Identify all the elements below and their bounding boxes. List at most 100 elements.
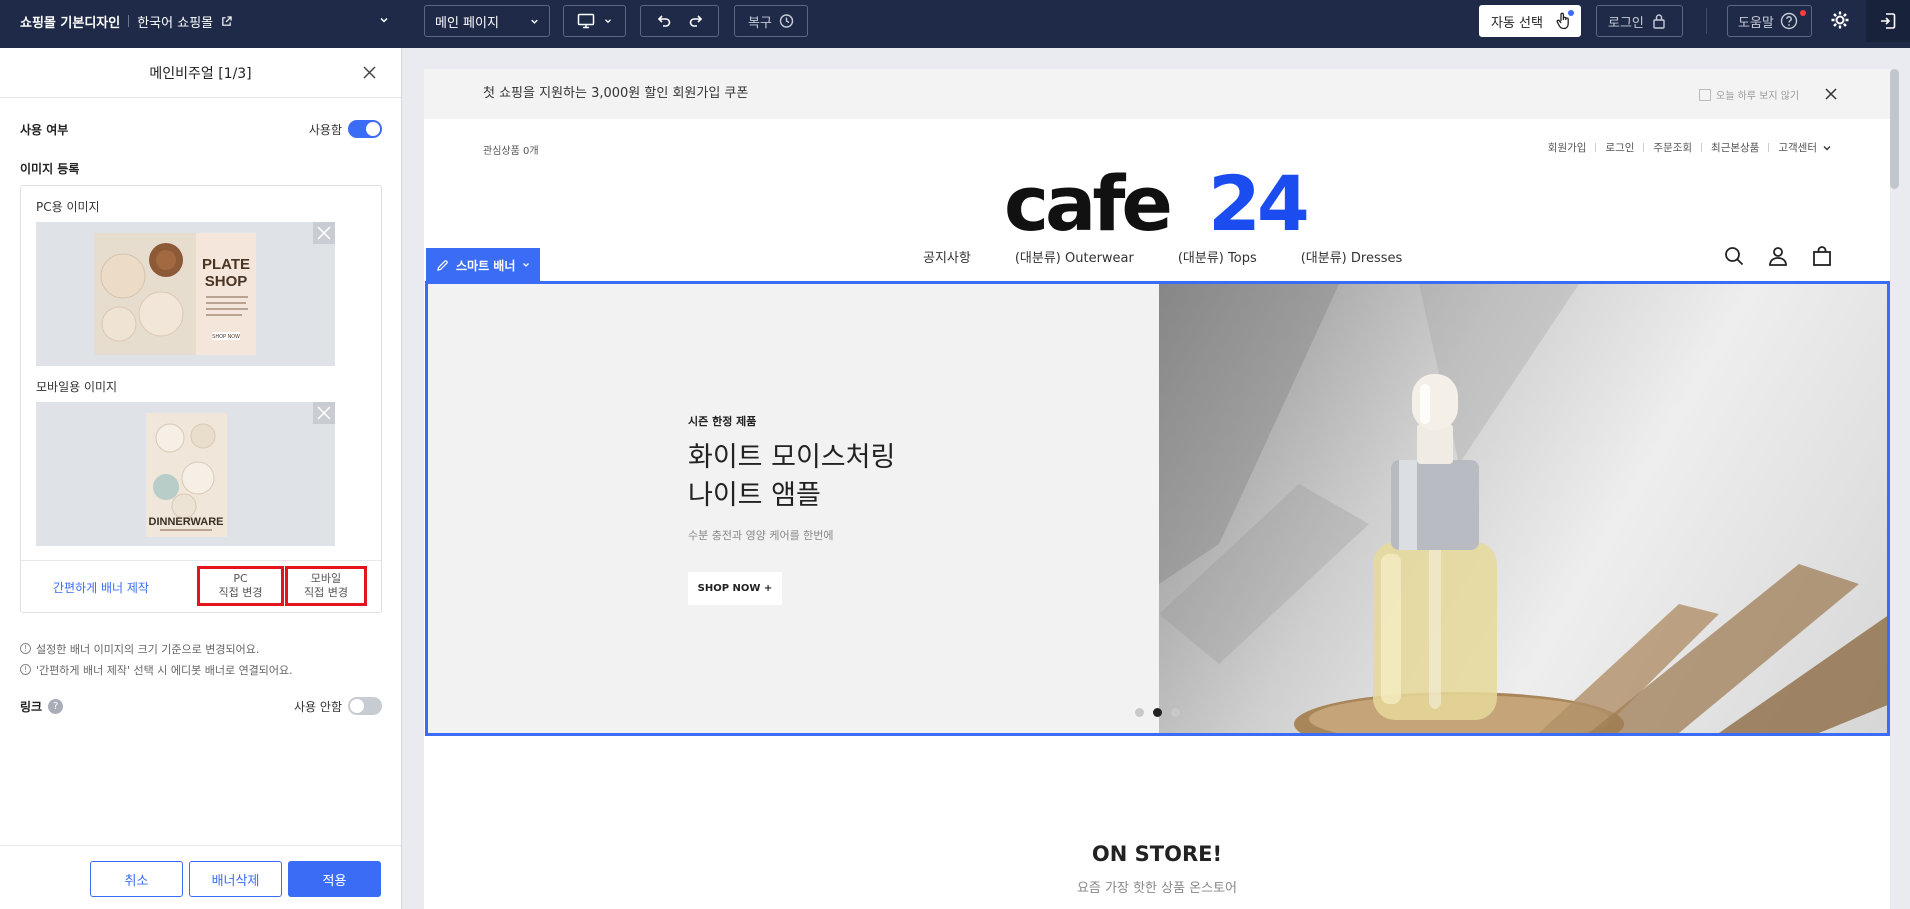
use-state: 사용함 (308, 122, 342, 137)
history-icon (779, 14, 794, 28)
serum-bottle-image (1159, 284, 1887, 733)
panel-title: 메인비주얼 [1/3] (149, 65, 252, 82)
cancel-button[interactable]: 취소 (90, 861, 183, 897)
wishlist-count[interactable]: 관심상품 0개 (483, 142, 539, 157)
help-button[interactable]: 도움말 (1727, 5, 1812, 37)
preview-scrollbar[interactable] (1890, 69, 1899, 189)
hide-today-checkbox[interactable]: 오늘 하루 보지 않기 (1699, 87, 1799, 102)
pc-thumb-button: SHOP NOW (212, 334, 240, 340)
undo-icon[interactable] (656, 13, 672, 29)
divider (1643, 143, 1645, 152)
shopping-bag-icon[interactable] (1811, 245, 1833, 267)
promo-bar: 첫 쇼핑을 지원하는 3,000원 할인 회원가입 쿠폰 오늘 하루 보지 않기 (424, 69, 1890, 119)
shop-now-button[interactable]: SHOP NOW + (688, 572, 782, 605)
chevron-down-icon (1823, 145, 1831, 150)
site-selector[interactable]: 쇼핑몰 기본디자인 한국어 쇼핑몰 (20, 0, 390, 42)
nav-item[interactable]: 공지사항 (923, 247, 971, 266)
external-link-icon[interactable] (221, 15, 232, 27)
divider (1595, 143, 1597, 152)
restore-button[interactable]: 복구 (734, 5, 808, 37)
hero-title: 화이트 모이스처링 나이트 앰플 (688, 439, 895, 515)
util-link-cs[interactable]: 고객센터 (1778, 140, 1817, 155)
main-visual-banner[interactable]: 시즌 한정 제품 화이트 모이스처링 나이트 앰플 수분 충전과 영양 케어를 … (425, 281, 1890, 736)
apply-button[interactable]: 적용 (288, 861, 381, 897)
pc-thumb-line2: SHOP (205, 273, 248, 290)
nav-item[interactable]: (대분류) Dresses (1301, 247, 1403, 266)
divider (128, 15, 130, 27)
pc-edit-line2: 직접 변경 (218, 586, 263, 599)
slider-dot-active[interactable] (1153, 708, 1162, 717)
mobile-banner-image: DINNERWARE (146, 413, 227, 537)
slider-dot[interactable] (1135, 708, 1144, 717)
util-link-login[interactable]: 로그인 (1605, 140, 1634, 155)
mobile-edit-button[interactable]: 모바일 직접 변경 (285, 566, 367, 606)
link-toggle-group: 사용 안함 (294, 697, 382, 715)
hero-description: 수분 충전과 영양 케어를 한번에 (688, 529, 834, 542)
use-label: 사용 여부 (20, 122, 69, 137)
site-name: 쇼핑몰 기본디자인 (20, 15, 121, 31)
delete-banner-button[interactable]: 배너삭제 (189, 861, 282, 897)
help-label: 도움말 (1738, 15, 1774, 31)
site-logo[interactable]: cafe 24 (1004, 159, 1314, 248)
user-icon[interactable] (1767, 245, 1789, 267)
auto-select-button[interactable]: 자동 선택 (1479, 5, 1581, 37)
promo-text[interactable]: 첫 쇼핑을 지원하는 3,000원 할인 회원가입 쿠폰 (483, 69, 748, 119)
exit-icon (1881, 13, 1896, 29)
nav-item[interactable]: (대분류) Outerwear (1015, 247, 1134, 266)
util-link-recent[interactable]: 최근본상품 (1711, 140, 1759, 155)
link-row: 링크 ? 사용 안함 (20, 697, 382, 715)
redo-icon[interactable] (688, 13, 704, 29)
use-row: 사용 여부 사용함 (20, 120, 382, 138)
mobile-edit-line1: 모바일 (310, 571, 342, 585)
notification-dot (1800, 10, 1806, 16)
close-icon[interactable] (362, 65, 377, 80)
chevron-down-icon[interactable] (378, 14, 390, 26)
mobile-image-thumb[interactable]: DINNERWARE (36, 402, 335, 546)
divider (1701, 143, 1703, 152)
smart-banner-tag[interactable]: 스마트 배너 (426, 248, 540, 282)
easy-banner-button[interactable]: 간편하게 배너 제작 (21, 561, 181, 613)
note-item: ! '간편하게 배너 제작' 선택 시 에디봇 배너로 연결되어요. (20, 659, 293, 680)
info-icon: ! (20, 664, 31, 675)
hero-kicker: 시즌 한정 제품 (688, 415, 757, 428)
nav-item[interactable]: (대분류) Tops (1178, 247, 1257, 266)
shop-name: 한국어 쇼핑몰 (137, 15, 214, 31)
use-toggle[interactable] (348, 120, 382, 138)
link-label: 링크 (20, 699, 43, 714)
search-icon[interactable] (1723, 245, 1745, 267)
close-icon[interactable] (1824, 87, 1838, 101)
pencil-icon (437, 259, 448, 271)
utility-links: 회원가입 로그인 주문조회 최근본상품 고객센터 (1548, 140, 1832, 155)
panel-header: 메인비주얼 [1/3] (0, 48, 401, 98)
image-actions: 간편하게 배너 제작 PC 직접 변경 모바일 직접 변경 (21, 560, 381, 612)
hero-title-line2: 나이트 앰플 (688, 480, 821, 511)
page-select[interactable]: 메인 페이지 (424, 5, 550, 37)
lock-icon (1653, 14, 1665, 29)
pc-edit-button[interactable]: PC 직접 변경 (197, 566, 284, 606)
remove-image-button[interactable] (313, 402, 335, 424)
image-reg-row: 이미지 등록 (20, 160, 382, 177)
util-link-order[interactable]: 주문조회 (1653, 140, 1692, 155)
device-select[interactable] (563, 5, 626, 37)
header-icons (1723, 245, 1833, 267)
settings-panel: 메인비주얼 [1/3] 사용 여부 사용함 이미지 등록 PC용 이미지 PLA… (0, 48, 402, 909)
question-circle-icon (1780, 12, 1798, 30)
login-button[interactable]: 로그인 (1596, 5, 1683, 37)
divider (1706, 8, 1707, 34)
pc-image-thumb[interactable]: PLATE SHOP SHOP NOW (36, 222, 335, 366)
link-toggle[interactable] (348, 697, 382, 715)
slider-dot[interactable] (1171, 708, 1180, 717)
exit-button[interactable] (1866, 0, 1910, 42)
note-text: '간편하게 배너 제작' 선택 시 에디봇 배너로 연결되어요. (36, 663, 293, 677)
close-icon (317, 226, 331, 240)
question-icon[interactable]: ? (48, 698, 64, 714)
remove-image-button[interactable] (313, 222, 335, 244)
preview-canvas: 첫 쇼핑을 지원하는 3,000원 할인 회원가입 쿠폰 오늘 하루 보지 않기… (424, 69, 1890, 909)
hero-text-panel: 시즌 한정 제품 화이트 모이스처링 나이트 앰플 수분 충전과 영양 케어를 … (428, 284, 1159, 733)
gear-icon[interactable] (1830, 10, 1850, 30)
toggle-knob (366, 122, 380, 136)
util-link-join[interactable]: 회원가입 (1548, 140, 1587, 155)
section-title: ON STORE! (1091, 842, 1223, 866)
checkbox[interactable] (1699, 88, 1711, 101)
image-reg-label: 이미지 등록 (20, 162, 80, 176)
